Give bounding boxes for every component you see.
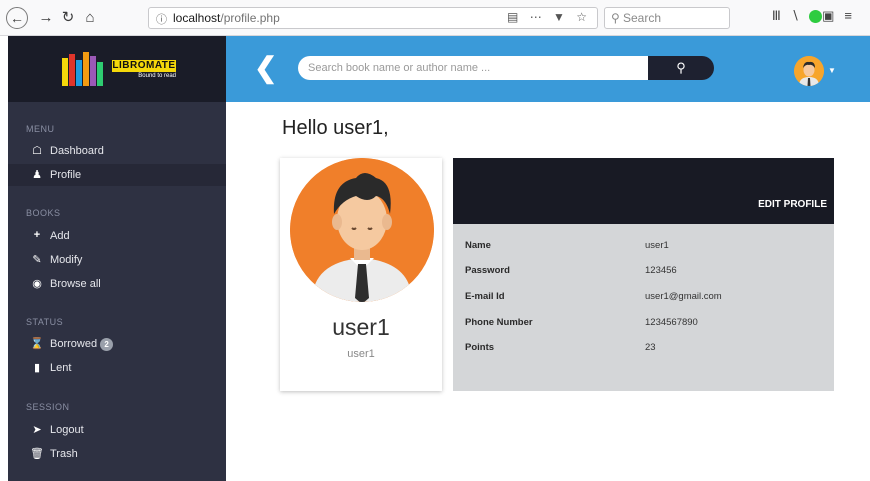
profile-avatar (290, 158, 434, 302)
brand-logo: LIBROMATE Bound to read (112, 60, 176, 82)
section-session-title: SESSION (26, 402, 70, 412)
profile-username: user1 (347, 348, 375, 360)
field-value: 123456 (645, 265, 677, 276)
sidebar-item-lent[interactable]: ▮ Lent (8, 357, 226, 379)
browser-search-placeholder: Search (623, 11, 662, 25)
sidebar-item-modify[interactable]: ✎ Modify (8, 249, 226, 271)
edit-profile-button[interactable]: EDIT PROFILE (758, 199, 827, 210)
field-value: user1@gmail.com (645, 291, 722, 302)
sidebar-item-label: Logout (50, 424, 84, 436)
sidebar-item-label: Trash (50, 448, 78, 460)
logout-icon: ➤ (32, 424, 42, 436)
sidebar-toggle-chevron-left-icon[interactable]: ❮ (254, 54, 277, 82)
field-label: E-mail Id (465, 291, 505, 302)
search-icon: ⚲ (676, 60, 686, 75)
home-icon: ☖ (32, 145, 42, 157)
sidebar-item-trash[interactable]: 🗑 Trash (8, 443, 226, 465)
section-books-title: BOOKS (26, 208, 61, 218)
chevron-down-icon[interactable]: ▼ (828, 66, 836, 75)
info-row-phone: Phone Number 1234567890 (453, 317, 834, 335)
info-row-name: Name user1 (453, 240, 834, 258)
books-logo-icon (62, 52, 103, 86)
search-button[interactable]: ⚲ (648, 56, 714, 80)
plus-icon: + (33, 229, 41, 241)
brand-tagline: Bound to read (138, 73, 176, 79)
user-icon: ♟ (32, 169, 42, 181)
app-header: ❮ ⚲ ▼ (226, 36, 870, 102)
browser-forward-icon[interactable]: → (36, 8, 56, 28)
sidebar-item-label: Modify (50, 254, 83, 266)
info-row-password: Password 123456 (453, 265, 834, 283)
browser-search-field[interactable]: ⚲ Search (604, 7, 730, 29)
profile-avatar-icon (290, 158, 434, 302)
browser-extension-icons[interactable]: Ⅲ∖ ▣≡ (772, 8, 862, 24)
info-row-points: Points 23 (453, 342, 834, 360)
reload-icon[interactable]: ↻ (58, 8, 78, 28)
borrowed-count-badge: 2 (100, 338, 114, 351)
field-label: Name (465, 240, 491, 251)
sidebar-item-dashboard[interactable]: ☖ Dashboard (8, 140, 226, 162)
borrowed-label: Borrowed (50, 338, 98, 350)
sidebar: LIBROMATE Bound to read MENU ☖ Dashboard… (8, 36, 226, 481)
profile-card: user1 user1 (280, 158, 442, 391)
profile-info-panel: EDIT PROFILE Name user1 Password 123456 … (453, 158, 834, 391)
trash-icon: 🗑 (30, 448, 44, 460)
sidebar-item-label: Lent (50, 362, 72, 374)
profile-info-header: EDIT PROFILE (453, 158, 834, 224)
browser-back-icon[interactable]: ← (6, 7, 28, 29)
sidebar-item-profile[interactable]: ♟ Profile (8, 164, 226, 186)
brand-name: LIBROMATE (112, 60, 176, 72)
field-label: Phone Number (465, 317, 533, 328)
home-browser-icon[interactable]: ⌂ (80, 8, 100, 28)
url-text: localhost/profile.php (173, 11, 280, 25)
sidebar-item-borrowed[interactable]: ⌛ Borrowed 2 (8, 333, 226, 355)
sidebar-item-label: Profile (50, 169, 82, 181)
sidebar-item-label: Dashboard (50, 145, 104, 157)
sidebar-item-logout[interactable]: ➤ Logout (8, 419, 226, 441)
edit-icon: ✎ (32, 254, 42, 266)
browser-toolbar: ← → ↻ ⌂ ⓘ localhost/profile.php ▤ ⋯ ▼ ☆ … (0, 0, 870, 36)
field-label: Password (465, 265, 510, 276)
section-menu-title: MENU (26, 124, 55, 134)
sidebar-item-label: Add (50, 230, 70, 242)
info-row-email: E-mail Id user1@gmail.com (453, 291, 834, 309)
sidebar-item-browse-all[interactable]: ◉ Browse all (8, 273, 226, 295)
hourglass-icon: ⌛ (30, 338, 44, 350)
field-label: Points (465, 342, 495, 353)
page-actions[interactable]: ▤ ⋯ ▼ ☆ (507, 10, 591, 24)
info-icon: ⓘ (156, 14, 167, 26)
sidebar-item-label: Borrowed 2 (50, 338, 114, 351)
page-greeting: Hello user1, (282, 117, 389, 139)
brand-header[interactable]: LIBROMATE Bound to read (8, 36, 226, 102)
field-value: 1234567890 (645, 317, 698, 328)
field-value: 23 (645, 342, 656, 353)
section-status-title: STATUS (26, 317, 64, 327)
sidebar-item-add[interactable]: + Add (8, 225, 226, 247)
sidebar-item-label: Browse all (50, 278, 101, 290)
address-bar[interactable]: ⓘ localhost/profile.php ▤ ⋯ ▼ ☆ (148, 7, 598, 29)
profile-display-name: user1 (332, 314, 390, 340)
field-value: user1 (645, 240, 669, 251)
extension-icon[interactable] (809, 10, 823, 24)
user-avatar-menu[interactable] (794, 56, 824, 86)
avatar-icon (794, 56, 824, 86)
eye-icon: ◉ (32, 278, 42, 290)
search-icon: ⚲ (611, 11, 620, 25)
book-icon: ▮ (33, 362, 41, 374)
book-search-input[interactable] (298, 56, 648, 80)
